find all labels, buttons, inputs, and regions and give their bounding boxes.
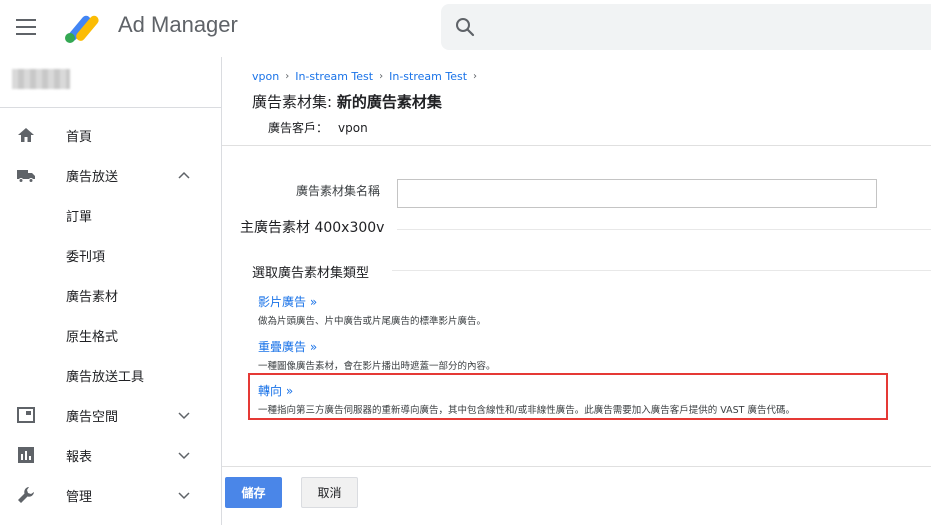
- footer-divider: [222, 466, 931, 467]
- sidebar-divider: [0, 107, 221, 108]
- save-button[interactable]: 儲存: [225, 477, 282, 508]
- advertiser-row: 廣告客戶： vpon: [268, 119, 368, 136]
- sidebar-item-delivery-tools[interactable]: 廣告放送工具: [0, 355, 221, 395]
- sidebar-item-label: 委刊項: [66, 249, 106, 265]
- inventory-icon: [17, 407, 35, 423]
- breadcrumb: vpon › In-stream Test › In-stream Test ›: [252, 70, 477, 83]
- page-title: 廣告素材集: 新的廣告素材集: [252, 91, 442, 112]
- option-title-link[interactable]: 重疊廣告 »: [258, 338, 496, 355]
- chevron-down-icon[interactable]: [176, 447, 192, 463]
- sidebar-item-orders[interactable]: 訂單: [0, 195, 221, 235]
- chevron-down-icon[interactable]: [176, 487, 192, 503]
- option-description: 做為片頭廣告、片中廣告或片尾廣告的標準影片廣告。: [258, 316, 487, 327]
- sidebar-item-home[interactable]: 首頁: [0, 115, 221, 155]
- option-description: 一種圖像廣告素材，會在影片播出時遮蓋一部分的內容。: [258, 361, 496, 372]
- advertiser-label: 廣告客戶：: [268, 121, 329, 135]
- account-name-blurred: [12, 69, 70, 89]
- top-bar: Ad Manager: [0, 0, 931, 56]
- page-title-name: 新的廣告素材集: [336, 93, 442, 111]
- advertiser-value: vpon: [338, 121, 368, 135]
- app-title: Ad Manager: [118, 12, 238, 37]
- sidebar-item-label: 訂單: [66, 209, 93, 225]
- option-video-ad[interactable]: 影片廣告 » 做為片頭廣告、片中廣告或片尾廣告的標準影片廣告。: [258, 293, 486, 327]
- sidebar-item-label: 原生格式: [66, 329, 119, 345]
- sidebar-item-admin[interactable]: 管理: [0, 475, 221, 515]
- sidebar-item-inventory[interactable]: 廣告空間: [0, 395, 221, 435]
- bar-chart-icon: [18, 447, 34, 463]
- truck-icon: [17, 170, 35, 183]
- breadcrumb-separator: ›: [379, 71, 384, 82]
- sidebar-item-label: 廣告空間: [66, 409, 119, 425]
- chevron-up-icon[interactable]: [176, 167, 192, 183]
- sidebar-item-delivery[interactable]: 廣告放送: [0, 155, 221, 195]
- redirect-highlight-box: [248, 373, 888, 420]
- sidebar-item-label: 首頁: [66, 129, 93, 145]
- chevron-down-icon[interactable]: [176, 407, 192, 423]
- section-divider: [392, 270, 931, 271]
- search-icon[interactable]: [455, 17, 475, 37]
- option-title-link[interactable]: 影片廣告 »: [258, 293, 486, 310]
- main-content: vpon › In-stream Test › In-stream Test ›…: [222, 57, 931, 525]
- creative-set-name-input[interactable]: [397, 179, 877, 208]
- breadcrumb-item[interactable]: vpon: [252, 70, 279, 83]
- sidebar-item-creatives[interactable]: 廣告素材: [0, 275, 221, 315]
- sidebar-item-line-items[interactable]: 委刊項: [0, 235, 221, 275]
- sidebar-item-label: 管理: [66, 489, 93, 505]
- section-divider: [397, 229, 931, 230]
- wrench-icon: [18, 487, 34, 503]
- creative-set-name-label: 廣告素材集名稱: [296, 184, 381, 198]
- header-divider: [222, 145, 931, 146]
- option-overlay-ad[interactable]: 重疊廣告 » 一種圖像廣告素材，會在影片播出時遮蓋一部分的內容。: [258, 338, 496, 372]
- sidebar-item-label: 報表: [66, 449, 93, 465]
- sidebar-item-label: 廣告素材: [66, 289, 119, 305]
- breadcrumb-separator: ›: [285, 71, 290, 82]
- master-creative-heading: 主廣告素材 400x300v: [240, 220, 385, 236]
- menu-icon[interactable]: [16, 19, 36, 35]
- sidebar-item-label: 廣告放送工具: [66, 369, 145, 385]
- sidebar-item-label: 廣告放送: [66, 169, 119, 185]
- home-icon: [18, 128, 34, 142]
- breadcrumb-separator: ›: [473, 71, 478, 82]
- ad-manager-logo: [65, 15, 99, 43]
- sidebar: 首頁 廣告放送 訂單 委刊項 廣告素材 原生格式 廣告放送工具 廣告空間 報表 …: [0, 57, 222, 525]
- page-title-prefix: 廣告素材集:: [252, 93, 337, 111]
- sidebar-item-reports[interactable]: 報表: [0, 435, 221, 475]
- breadcrumb-item[interactable]: In-stream Test: [295, 70, 373, 83]
- search-bar[interactable]: [441, 4, 931, 50]
- creative-set-type-heading: 選取廣告素材集類型: [252, 266, 370, 281]
- cancel-button[interactable]: 取消: [301, 477, 358, 508]
- breadcrumb-item[interactable]: In-stream Test: [389, 70, 467, 83]
- sidebar-item-native[interactable]: 原生格式: [0, 315, 221, 355]
